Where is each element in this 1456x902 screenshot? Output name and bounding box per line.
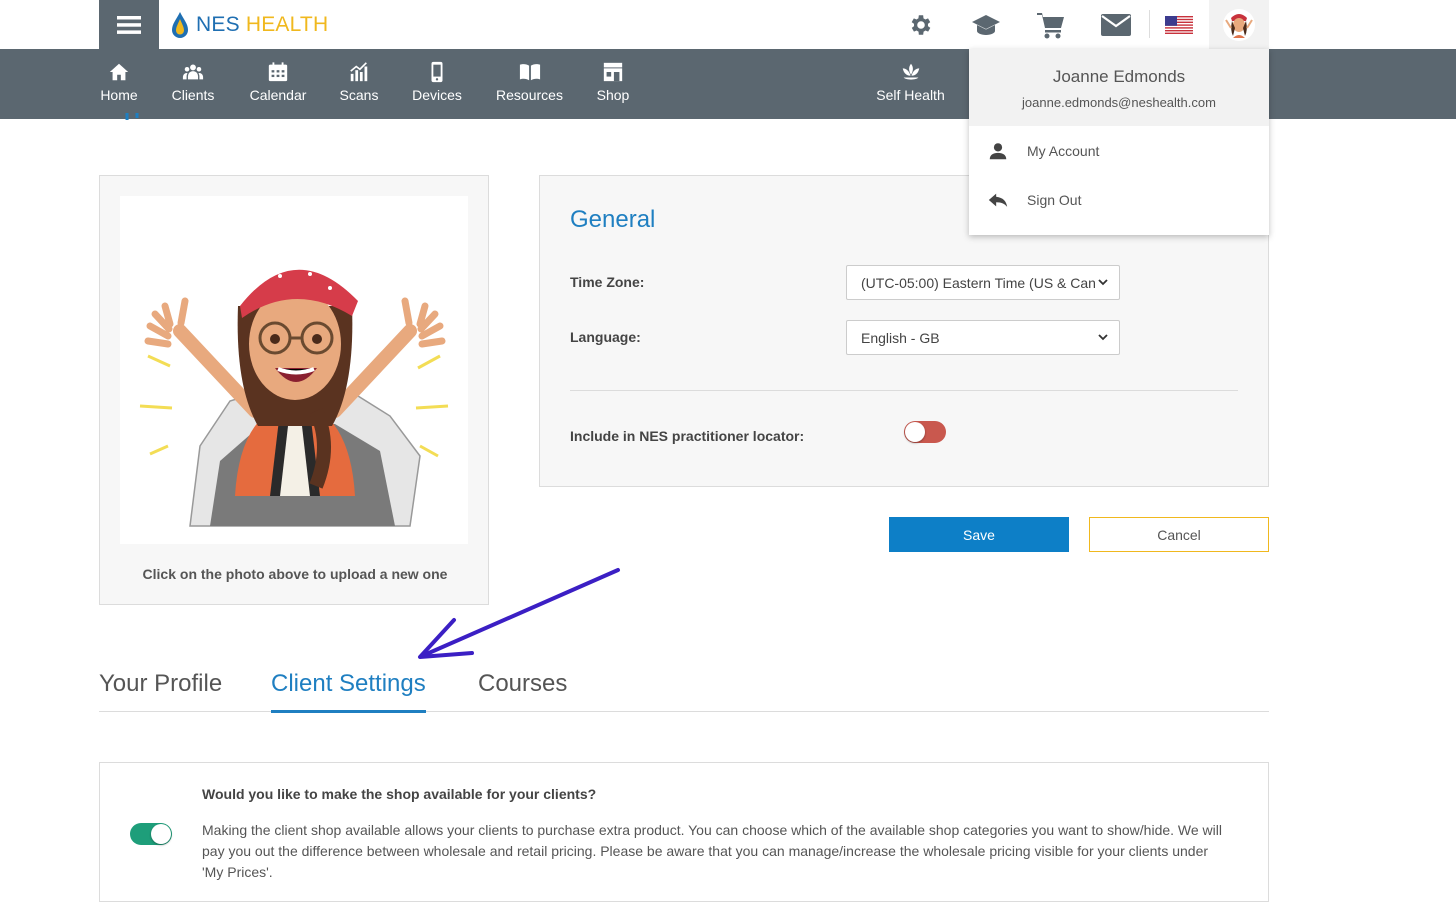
nav-item-label: Self Health bbox=[876, 87, 945, 103]
user-avatar bbox=[1223, 8, 1255, 41]
book-icon bbox=[519, 64, 540, 81]
courses-button[interactable] bbox=[971, 10, 1001, 40]
client-shop-description: Making the client shop available allows … bbox=[202, 822, 1222, 880]
header-separator bbox=[1149, 10, 1150, 38]
chart-icon bbox=[350, 62, 368, 82]
nav-item-label: Clients bbox=[171, 87, 215, 103]
nav-item-clients[interactable]: Clients bbox=[170, 61, 216, 103]
page-title-partial bbox=[99, 110, 149, 120]
my-account-label: My Account bbox=[1027, 143, 1100, 159]
nav-item-shop[interactable]: Shop bbox=[596, 61, 630, 103]
user-name: Joanne Edmonds bbox=[1052, 67, 1186, 86]
hamburger-icon bbox=[117, 15, 141, 34]
tab-client-settings[interactable]: Client Settings bbox=[271, 670, 426, 713]
general-divider bbox=[570, 390, 1238, 391]
user-avatar-button[interactable] bbox=[1209, 0, 1269, 49]
locator-label: Include in NES practitioner locator: bbox=[570, 428, 805, 444]
calendar-icon bbox=[268, 62, 288, 82]
tab-courses[interactable]: Courses bbox=[478, 670, 567, 710]
person-icon bbox=[989, 143, 1007, 160]
client-shop-setting-card: Would you like to make the shop availabl… bbox=[99, 762, 1269, 902]
client-shop-toggle[interactable] bbox=[130, 823, 172, 845]
my-account-menu-item[interactable]: My Account bbox=[969, 131, 1269, 171]
practitioner-locator-toggle[interactable] bbox=[904, 421, 946, 443]
nav-item-self-health[interactable]: Self Health bbox=[876, 61, 945, 103]
general-section-title: General bbox=[570, 206, 656, 233]
language-value: English - GB bbox=[861, 330, 940, 346]
toggle-knob bbox=[905, 422, 925, 442]
reply-icon bbox=[988, 193, 1008, 207]
nes-health-logo[interactable]: NES HEALTH bbox=[170, 10, 328, 40]
profile-photo-upload[interactable] bbox=[120, 196, 468, 544]
phone-icon bbox=[431, 61, 443, 83]
language-label: Language: bbox=[570, 329, 641, 345]
cart-icon bbox=[1037, 13, 1064, 39]
nav-item-scans[interactable]: Scans bbox=[339, 61, 379, 103]
nav-item-label: Devices bbox=[412, 87, 462, 103]
toggle-knob bbox=[151, 824, 171, 844]
sign-out-label: Sign Out bbox=[1027, 192, 1082, 208]
timezone-select[interactable]: (UTC-05:00) Eastern Time (US & Canada) bbox=[846, 265, 1120, 300]
store-icon bbox=[603, 62, 623, 82]
messages-button[interactable] bbox=[1101, 10, 1131, 40]
lotus-icon bbox=[902, 63, 919, 80]
chevron-down-icon bbox=[1098, 334, 1108, 341]
tab-your-profile[interactable]: Your Profile bbox=[99, 670, 222, 710]
chevron-down-icon bbox=[1098, 279, 1108, 286]
hamburger-menu-button[interactable] bbox=[99, 0, 159, 49]
nav-item-resources[interactable]: Resources bbox=[496, 61, 563, 103]
timezone-label: Time Zone: bbox=[570, 274, 645, 290]
logo-text-health: HEALTH bbox=[245, 13, 329, 36]
gear-icon bbox=[911, 15, 931, 35]
profile-tabs: Your Profile Client Settings Courses bbox=[99, 660, 1269, 713]
client-shop-question: Would you like to make the shop availabl… bbox=[202, 786, 597, 802]
home-icon bbox=[109, 63, 129, 81]
profile-photo-card: Click on the photo above to upload a new… bbox=[99, 175, 489, 605]
cart-button[interactable] bbox=[1036, 10, 1066, 40]
annotation-arrow bbox=[418, 568, 620, 659]
nav-item-label: Resources bbox=[496, 87, 563, 103]
nav-item-calendar[interactable]: Calendar bbox=[249, 61, 307, 103]
user-menu-header: Joanne Edmonds joanne.edmonds@neshealth.… bbox=[969, 49, 1269, 126]
mail-icon bbox=[1101, 14, 1131, 36]
nav-item-label: Calendar bbox=[249, 87, 307, 103]
user-email: joanne.edmonds@neshealth.com bbox=[1022, 95, 1216, 110]
language-flag-button[interactable] bbox=[1164, 10, 1194, 40]
nav-item-label: Scans bbox=[339, 87, 379, 103]
logo-text-nes: NES bbox=[196, 13, 240, 36]
nav-item-home[interactable]: Home bbox=[100, 61, 138, 103]
nav-item-label: Shop bbox=[596, 87, 630, 103]
cancel-button[interactable]: Cancel bbox=[1089, 517, 1269, 552]
profile-avatar-image bbox=[139, 269, 449, 527]
water-drop-logo-icon bbox=[172, 12, 188, 38]
nav-item-label: Home bbox=[100, 87, 138, 103]
us-flag-icon bbox=[1165, 16, 1193, 34]
timezone-value: (UTC-05:00) Eastern Time (US & Canada) bbox=[861, 275, 1095, 291]
settings-button[interactable] bbox=[906, 10, 936, 40]
graduation-cap-icon bbox=[972, 15, 1000, 35]
nav-item-devices[interactable]: Devices bbox=[412, 61, 462, 103]
sign-out-menu-item[interactable]: Sign Out bbox=[969, 180, 1269, 220]
users-icon bbox=[182, 64, 204, 80]
user-dropdown-menu: Joanne Edmonds joanne.edmonds@neshealth.… bbox=[969, 49, 1269, 235]
language-select[interactable]: English - GB bbox=[846, 320, 1120, 355]
save-button[interactable]: Save bbox=[889, 517, 1069, 552]
top-header: NES HEALTH bbox=[0, 0, 1456, 49]
